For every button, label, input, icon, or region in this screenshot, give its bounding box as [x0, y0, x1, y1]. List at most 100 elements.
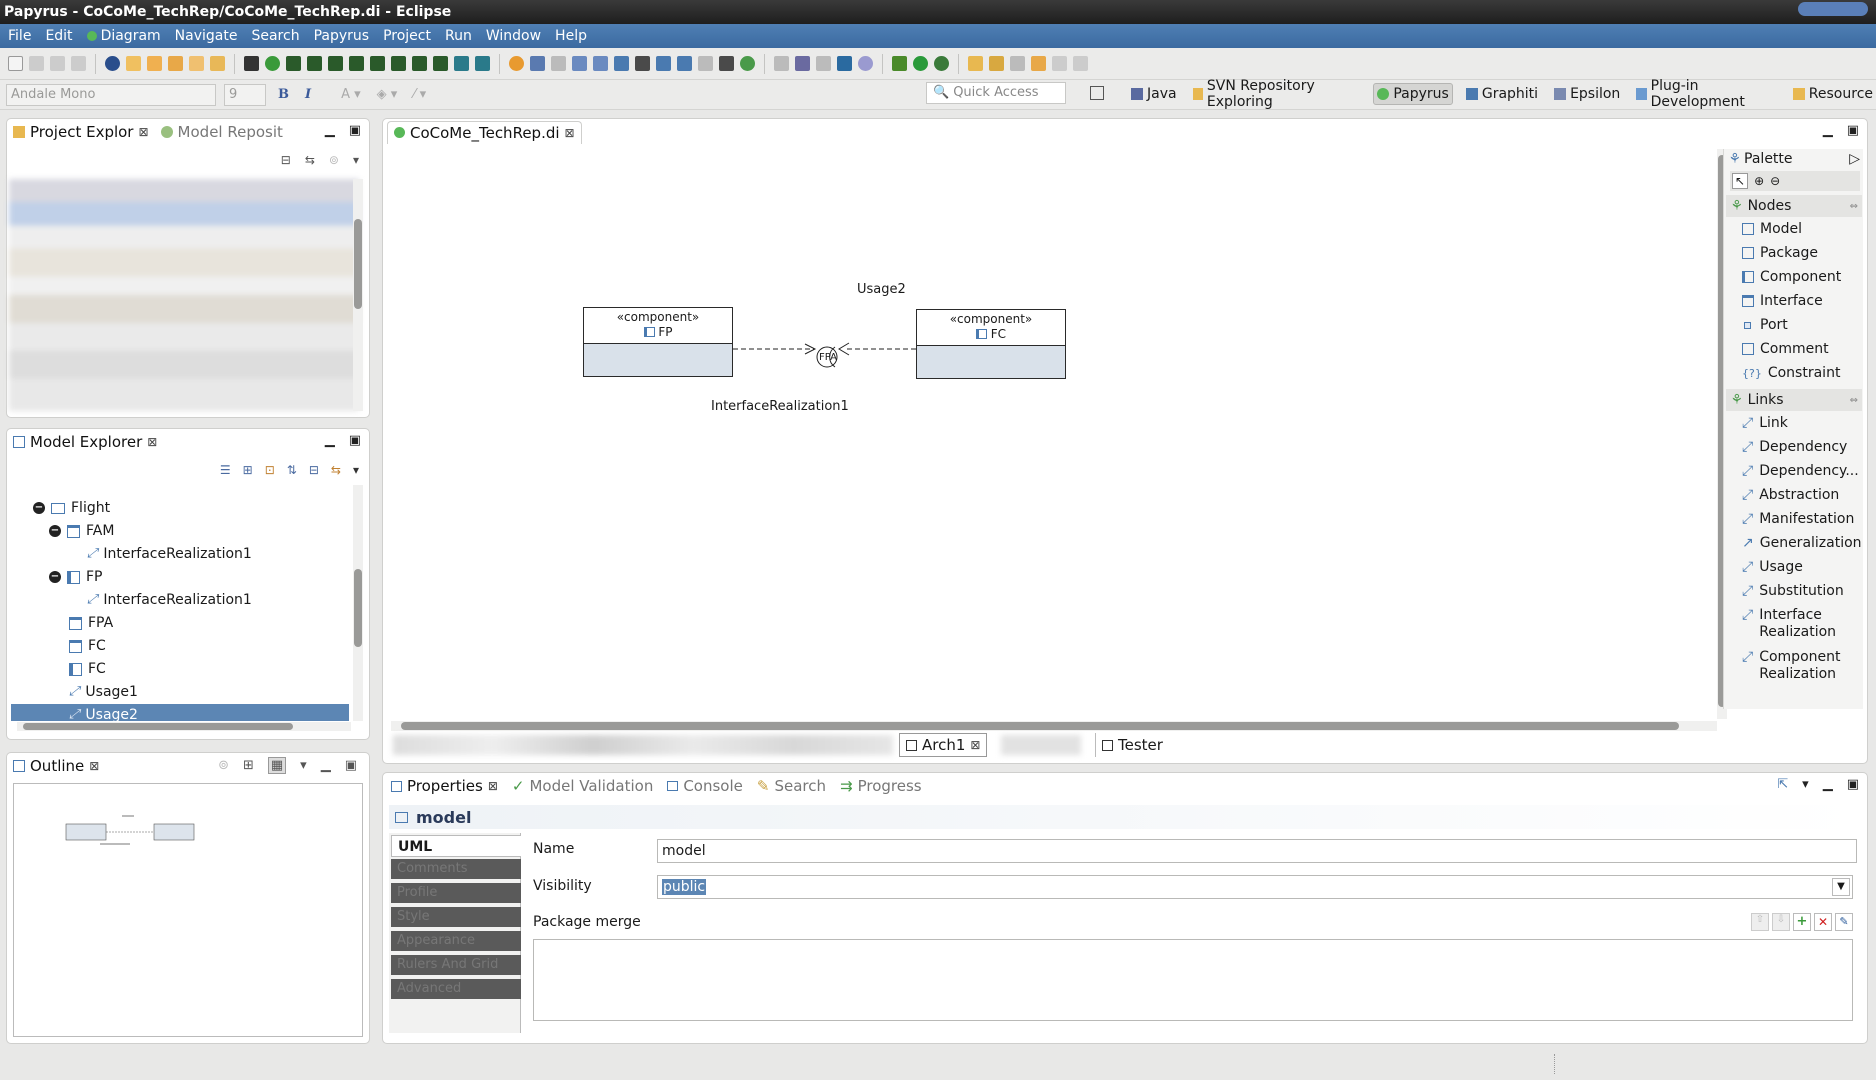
font-size-combo[interactable]: 9	[224, 83, 266, 106]
anchor-icon[interactable]	[656, 56, 671, 71]
side-tab-rulers-and-grid[interactable]: Rulers And Grid	[391, 955, 521, 975]
close-icon[interactable]: ⊠	[89, 759, 99, 773]
palette-tool-model[interactable]: Model	[1742, 221, 1802, 238]
route-icon[interactable]	[509, 56, 524, 71]
tab-model-repository[interactable]: Model Reposit	[160, 123, 283, 141]
close-icon[interactable]: ⊠	[138, 125, 148, 139]
close-icon[interactable]: ⊠	[970, 734, 980, 756]
scrollbar-thumb[interactable]	[401, 722, 1679, 730]
tree-item-fpa[interactable]: FPA	[69, 612, 113, 634]
minimize-icon[interactable]: ▁	[1823, 123, 1833, 138]
maximize-icon[interactable]: ▣	[349, 433, 361, 448]
arrange-icon[interactable]	[475, 56, 490, 71]
palette-tool-link[interactable]: ⤢ Link	[1742, 415, 1788, 432]
menu-search[interactable]: Search	[251, 28, 299, 44]
tab-diagram-file[interactable]: CoCoMe_TechRep.di ⊠	[387, 120, 582, 144]
scrollbar-thumb[interactable]	[354, 569, 362, 647]
align-right-icon[interactable]	[328, 56, 343, 71]
tree-item-fc-interface[interactable]: FC	[69, 635, 106, 657]
menu-window[interactable]: Window	[486, 28, 541, 44]
open-perspective-icon[interactable]	[1090, 86, 1104, 100]
tab-outline[interactable]: Outline ⊠	[13, 757, 99, 775]
quick-access-input[interactable]: 🔍 Quick Access	[926, 82, 1066, 104]
close-icon[interactable]: ⊠	[488, 779, 498, 793]
tree-icon[interactable]: ⊞	[243, 463, 253, 477]
side-tab-comments[interactable]: Comments	[391, 859, 521, 879]
collapse-icon[interactable]: −	[49, 525, 61, 537]
palette-tool-package[interactable]: Package	[1742, 245, 1818, 262]
italic-button[interactable]: I	[305, 87, 311, 102]
hierarchy-icon[interactable]	[816, 56, 831, 71]
select-all-icon[interactable]	[572, 56, 587, 71]
palette-tool-constraint[interactable]: {?} Constraint	[1742, 365, 1840, 382]
collapse-icon[interactable]: −	[33, 502, 45, 514]
move-down-icon[interactable]: ⇩	[1772, 913, 1790, 931]
palette-tool-comment[interactable]: Comment	[1742, 341, 1829, 358]
scrollbar-thumb[interactable]	[23, 723, 293, 730]
minimize-icon[interactable]: ▁	[1823, 777, 1833, 792]
thumbnail-icon[interactable]: ▦	[267, 757, 287, 774]
tab-progress[interactable]: ⇉ Progress	[840, 777, 922, 795]
menu-run[interactable]: Run	[445, 28, 472, 44]
palette-tool-component-realization[interactable]: ⤢ Component Realization	[1742, 649, 1852, 683]
tab-properties[interactable]: Properties ⊠	[391, 777, 498, 795]
perspective-papyrus[interactable]: Papyrus	[1373, 83, 1453, 105]
run-icon[interactable]	[913, 56, 928, 71]
sync-icon[interactable]	[265, 56, 280, 71]
line-color-icon[interactable]: ⁄ ▾	[413, 87, 426, 102]
annotation-icon[interactable]	[1010, 56, 1025, 71]
tree-item-interface-realization[interactable]: ⤢ InterfaceRealization1	[87, 589, 252, 611]
align-center-icon[interactable]	[307, 56, 322, 71]
debug-icon[interactable]	[892, 56, 907, 71]
pen-icon[interactable]	[774, 56, 789, 71]
menu-diagram[interactable]: Diagram	[86, 28, 161, 44]
palette-tool-interface[interactable]: Interface	[1742, 293, 1823, 310]
filter-icon[interactable]: ⊚	[329, 153, 339, 167]
close-icon[interactable]: ⊠	[147, 435, 157, 449]
menu-edit[interactable]: Edit	[45, 28, 72, 44]
align-left-icon[interactable]	[286, 56, 301, 71]
collapse-all-icon[interactable]: ⊟	[309, 463, 319, 477]
tree-item-fp[interactable]: − FP	[49, 566, 103, 588]
forward-icon[interactable]	[1052, 56, 1067, 71]
scrollbar-thumb[interactable]	[354, 219, 362, 309]
maximize-icon[interactable]: ▣	[345, 758, 357, 773]
sort-alpha-icon[interactable]: ⇅	[287, 463, 297, 477]
link-editor-icon[interactable]: ⇆	[305, 153, 315, 167]
move-up-icon[interactable]: ⇧	[1751, 913, 1769, 931]
filter-icon[interactable]	[635, 56, 650, 71]
tree-icon[interactable]: ⊞	[243, 758, 254, 773]
tree-item-flight[interactable]: − Flight	[33, 497, 110, 519]
save-icon[interactable]	[29, 56, 44, 71]
view-menu-icon[interactable]: ▾	[300, 758, 307, 773]
maximize-icon[interactable]: ▣	[1847, 123, 1859, 138]
add-icon[interactable]: +	[1793, 913, 1811, 931]
menu-project[interactable]: Project	[383, 28, 431, 44]
align-bottom-icon[interactable]	[391, 56, 406, 71]
side-tab-appearance[interactable]: Appearance	[391, 931, 521, 951]
distribute-v-icon[interactable]	[433, 56, 448, 71]
pencil-icon[interactable]	[989, 56, 1004, 71]
remove-icon[interactable]: ✕	[1814, 913, 1832, 931]
pin-icon[interactable]	[1073, 56, 1088, 71]
distribute-h-icon[interactable]	[412, 56, 427, 71]
zoom-in-icon[interactable]: ⊕	[1754, 174, 1764, 188]
tree-item-usage1[interactable]: ⤢ Usage1	[69, 681, 138, 703]
tab-project-explorer[interactable]: Project Explor ⊠	[13, 123, 149, 141]
model-explorer-hscrollbar[interactable]	[17, 722, 351, 731]
palette-collapse-icon[interactable]: ▷	[1849, 151, 1860, 167]
tab-model-validation[interactable]: ✓ Model Validation	[512, 777, 653, 795]
view-menu-icon[interactable]: ▾	[353, 463, 359, 477]
project-explorer-scrollbar[interactable]	[353, 179, 363, 411]
component-diagram-icon[interactable]	[168, 56, 183, 71]
perspective-graphiti[interactable]: Graphiti	[1463, 84, 1541, 104]
overview-icon[interactable]: ⊚	[218, 758, 229, 773]
list-icon[interactable]: ☰	[220, 463, 231, 477]
pin-icon[interactable]: ⇔	[1850, 201, 1858, 212]
palette-tool-dependency-more[interactable]: ⤢ Dependency...	[1742, 463, 1859, 480]
side-tab-uml[interactable]: UML	[391, 835, 521, 857]
maximize-icon[interactable]: ▣	[1847, 777, 1859, 792]
tab-search[interactable]: ✎ Search	[757, 777, 826, 795]
perspective-resource[interactable]: Resource	[1790, 84, 1876, 104]
bold-button[interactable]: B	[278, 87, 289, 102]
